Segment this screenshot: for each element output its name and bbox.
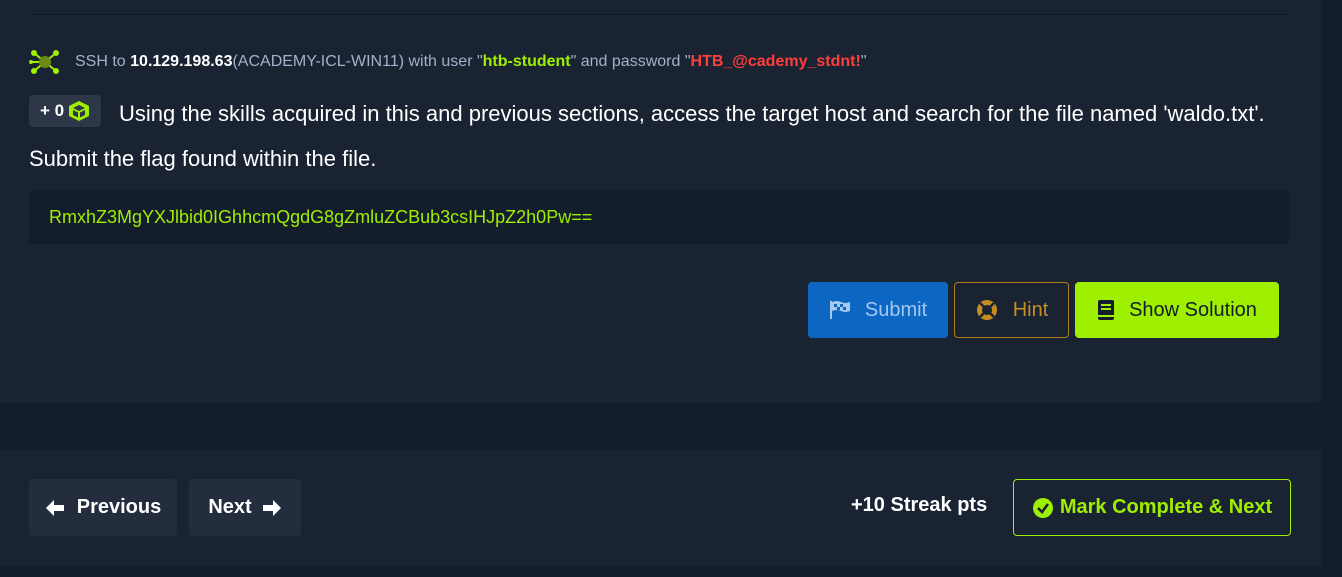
- question-card: SSH to 10.129.198.63 (ACADEMY-ICL-WIN11)…: [0, 0, 1321, 403]
- ssh-ip: 10.129.198.63: [130, 53, 233, 70]
- show-solution-button[interactable]: Show Solution: [1075, 282, 1279, 338]
- mark-complete-next-button[interactable]: Mark Complete & Next: [1013, 479, 1291, 536]
- arrow-right-icon: [262, 499, 281, 516]
- streak-points: +10 Streak pts: [851, 494, 988, 516]
- next-button[interactable]: Next: [189, 479, 301, 536]
- life-ring-icon: [976, 300, 997, 320]
- next-label: Next: [208, 496, 252, 518]
- divider: [30, 14, 1289, 15]
- ssh-host: (ACADEMY-ICL-WIN11) with user ": [232, 53, 483, 70]
- answer-input[interactable]: RmxhZ3MgYXJlbid0IGhhcmQgdG8gZmluZCBub3cs…: [29, 191, 1290, 244]
- show-solution-label: Show Solution: [1129, 298, 1257, 321]
- ssh-instructions: SSH to 10.129.198.63 (ACADEMY-ICL-WIN11)…: [29, 49, 867, 75]
- cube-icon: [69, 101, 90, 121]
- hint-label: Hint: [1012, 298, 1049, 321]
- hint-button[interactable]: Hint: [954, 282, 1069, 338]
- ssh-prefix: SSH to: [75, 53, 126, 70]
- points-badge: + 0: [29, 95, 101, 127]
- book-icon: [1098, 300, 1115, 320]
- previous-label: Previous: [76, 496, 162, 518]
- points-badge-label: + 0: [39, 101, 65, 120]
- ssh-password: HTB_@cademy_stdnt!: [690, 53, 861, 70]
- ssh-mid: " and password ": [570, 53, 691, 70]
- ssh-suffix: ": [860, 53, 867, 70]
- submit-label: Submit: [864, 298, 928, 321]
- flag-icon: [829, 301, 850, 319]
- previous-button[interactable]: Previous: [29, 479, 177, 536]
- ssh-user: htb-student: [482, 53, 571, 70]
- target-network-icon: [29, 50, 59, 74]
- question-text: Using the skills acquired in this and pr…: [29, 101, 1265, 171]
- submit-button[interactable]: Submit: [808, 282, 948, 338]
- check-circle-icon: [1032, 497, 1053, 518]
- arrow-left-icon: [45, 499, 64, 516]
- mark-complete-label: Mark Complete & Next: [1059, 496, 1273, 518]
